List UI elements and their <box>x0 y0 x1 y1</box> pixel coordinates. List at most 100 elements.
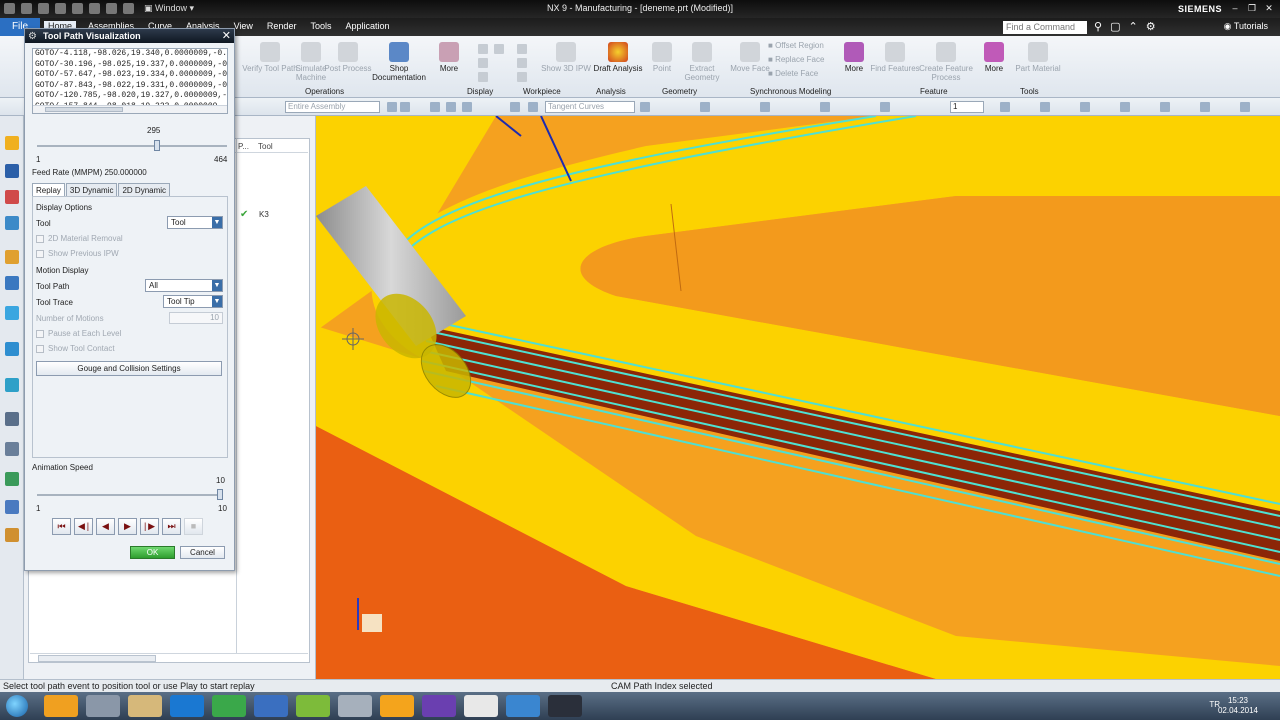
speed-slider-knob[interactable] <box>217 489 223 500</box>
view-icon-3[interactable] <box>1080 102 1090 112</box>
material-removal-checkbox[interactable] <box>36 235 44 243</box>
display-icon-2[interactable] <box>478 58 488 68</box>
snap-icon-12[interactable] <box>880 102 890 112</box>
roles-icon[interactable] <box>5 472 19 486</box>
close-button[interactable]: ✕ <box>1262 2 1276 15</box>
explorer-icon[interactable] <box>86 695 120 717</box>
snap-icon-2[interactable] <box>400 102 410 112</box>
view-icon-1[interactable] <box>1000 102 1010 112</box>
tab-render[interactable]: Render <box>265 21 299 31</box>
delete-face-button[interactable]: ■ Delete Face <box>768 69 818 78</box>
stop-button[interactable]: ■ <box>184 518 203 535</box>
scrollbar-thumb[interactable] <box>45 107 123 112</box>
clock-icon[interactable] <box>5 412 19 426</box>
folder-icon[interactable] <box>128 695 162 717</box>
restore-button[interactable]: ❐ <box>1245 2 1259 15</box>
gouge-collision-settings-button[interactable]: Gouge and Collision Settings <box>36 361 222 376</box>
play-reverse-button[interactable]: ◀ <box>96 518 115 535</box>
feature-navigator-icon[interactable] <box>5 216 19 230</box>
view-icon-5[interactable] <box>1160 102 1170 112</box>
manufacturing-wizard-icon[interactable] <box>5 442 19 456</box>
pause-each-level-checkbox[interactable] <box>36 330 44 338</box>
offset-region-button[interactable]: ■ Offset Region <box>768 41 824 50</box>
tab-application[interactable]: Application <box>343 21 391 31</box>
app-icon[interactable] <box>338 695 372 717</box>
show-previous-ipw-checkbox[interactable] <box>36 250 44 258</box>
tab-view[interactable]: View <box>232 21 255 31</box>
part-navigator-icon[interactable] <box>5 136 19 150</box>
navigator-horizontal-scrollbar[interactable] <box>30 653 308 663</box>
snap-icon-8[interactable] <box>640 102 650 112</box>
chrome-icon[interactable] <box>212 695 246 717</box>
step-back-button[interactable]: ◀ | <box>74 518 93 535</box>
operation-navigator-icon[interactable] <box>5 164 19 178</box>
list-item[interactable]: GOTO/-120.785,-98.020,19.327,0.0000009,-… <box>33 91 227 102</box>
show-tool-contact-checkbox[interactable] <box>36 345 44 353</box>
chevron-up-icon[interactable]: ⌃ <box>1128 20 1137 33</box>
snap-icon-5[interactable] <box>462 102 472 112</box>
close-icon[interactable]: ✕ <box>222 29 231 43</box>
display-icon-4[interactable] <box>494 44 504 54</box>
position-slider[interactable] <box>37 140 227 151</box>
tutorials-link[interactable]: ◉ Tutorials <box>1224 21 1268 32</box>
app-icon[interactable] <box>506 695 540 717</box>
snap-icon-9[interactable] <box>700 102 710 112</box>
app-icon[interactable] <box>296 695 330 717</box>
number-of-motions-input[interactable]: 10 <box>169 312 223 324</box>
snap-icon-11[interactable] <box>820 102 830 112</box>
list-item[interactable]: GOTO/-30.196,-98.025,19.337,0.0000009,-0… <box>33 60 227 71</box>
start-button[interactable] <box>6 695 28 717</box>
media-player-icon[interactable] <box>380 695 414 717</box>
hd3d-tools-icon[interactable] <box>5 276 19 290</box>
snap-icon-6[interactable] <box>510 102 520 112</box>
list-horizontal-scrollbar[interactable] <box>33 105 227 113</box>
cancel-button[interactable]: Cancel <box>180 546 225 559</box>
workpiece-icon-2[interactable] <box>517 58 527 68</box>
tool-path-dropdown[interactable]: All ▼ <box>145 279 223 292</box>
minimize-button[interactable]: – <box>1228 2 1242 15</box>
part-material-button[interactable]: Part Material <box>1008 42 1068 73</box>
workpiece-icon-1[interactable] <box>517 44 527 54</box>
scrollbar-thumb[interactable] <box>38 655 156 662</box>
app-icon[interactable] <box>422 695 456 717</box>
workpiece-icon-3[interactable] <box>517 72 527 82</box>
view-icon-4[interactable] <box>1120 102 1130 112</box>
view-icon-7[interactable] <box>1240 102 1250 112</box>
tool-path-event-list[interactable]: GOTO/-4.118,-98.026,19.340,0.0000009,-0.… <box>32 48 228 114</box>
list-item[interactable]: GOTO/-4.118,-98.026,19.340,0.0000009,-0.… <box>33 49 227 60</box>
view-icon-6[interactable] <box>1200 102 1210 112</box>
snap-icon-4[interactable] <box>446 102 456 112</box>
play-forward-button[interactable]: ▶ <box>118 518 137 535</box>
yandex-icon[interactable] <box>464 695 498 717</box>
tool-dropdown[interactable]: Tool ▼ <box>167 216 223 229</box>
step-forward-button[interactable]: | ▶ <box>140 518 159 535</box>
nx-icon[interactable] <box>254 695 288 717</box>
system-clock[interactable]: 15:23 02.04.2014 <box>1218 696 1258 716</box>
position-slider-knob[interactable] <box>154 140 161 151</box>
display-icon-1[interactable] <box>478 44 488 54</box>
outlook-icon[interactable] <box>44 695 78 717</box>
list-item[interactable]: GOTO/-87.843,-98.022,19.331,0.0000009,-0… <box>33 81 227 92</box>
fast-forward-end-button[interactable]: ⏭ <box>162 518 181 535</box>
system-scenes-icon[interactable] <box>5 500 19 514</box>
palettes-icon[interactable] <box>5 528 19 542</box>
show-3d-ipw-button[interactable]: Show 3D IPW <box>536 42 596 73</box>
settings-icon[interactable]: ⚙ <box>1146 20 1156 33</box>
graphics-window[interactable] <box>316 116 1280 679</box>
assembly-filter-dropdown[interactable]: Entire Assembly <box>285 101 380 113</box>
list-item[interactable]: GOTO/-57.647,-98.023,19.334,0.0000009,-0… <box>33 70 227 81</box>
snap-icon-7[interactable] <box>528 102 538 112</box>
curve-rule-dropdown[interactable]: Tangent Curves <box>545 101 635 113</box>
reuse-library-icon[interactable] <box>5 250 19 264</box>
machine-navigator-icon[interactable] <box>5 190 19 204</box>
tool-trace-dropdown[interactable]: Tool Tip ▼ <box>163 295 223 308</box>
gear-icon[interactable]: ⚙ <box>28 30 37 44</box>
column-header-tool[interactable]: Tool <box>258 142 273 151</box>
ok-button[interactable]: OK <box>130 546 175 559</box>
rewind-start-button[interactable]: ⏮ <box>52 518 71 535</box>
tab-tools[interactable]: Tools <box>308 21 333 31</box>
fullscreen-icon[interactable]: ▢ <box>1110 20 1120 33</box>
column-header-path[interactable]: P... <box>238 142 249 151</box>
history-icon[interactable] <box>5 342 19 356</box>
internet-explorer-icon[interactable] <box>170 695 204 717</box>
